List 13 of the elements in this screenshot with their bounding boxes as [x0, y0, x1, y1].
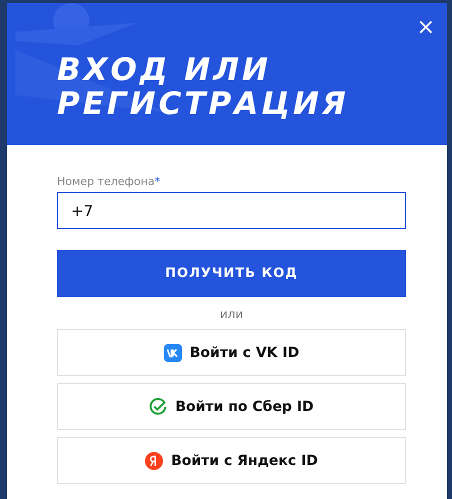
- check-circle-icon: [149, 398, 168, 416]
- dialog-title: ВХОД ИЛИ: [57, 53, 272, 87]
- separator-text: или: [220, 307, 244, 321]
- vk-logo-icon: [164, 344, 182, 362]
- social-login-button[interactable]: Войти по Сбер ID: [57, 383, 406, 430]
- get-code-button[interactable]: ПОЛУЧИТЬ КОД: [57, 250, 406, 297]
- social-login-button[interactable]: Войти с VK ID: [57, 329, 406, 376]
- close-button[interactable]: ×: [416, 17, 435, 39]
- social-login-button[interactable]: Войти с Яндекс ID: [57, 437, 406, 484]
- phone-input-field[interactable]: +7: [57, 192, 406, 229]
- dialog-title: РЕГИСТРАЦИЯ: [57, 87, 350, 121]
- yandex-logo-icon: [145, 452, 164, 470]
- field-label: Номер телефона*: [57, 175, 162, 188]
